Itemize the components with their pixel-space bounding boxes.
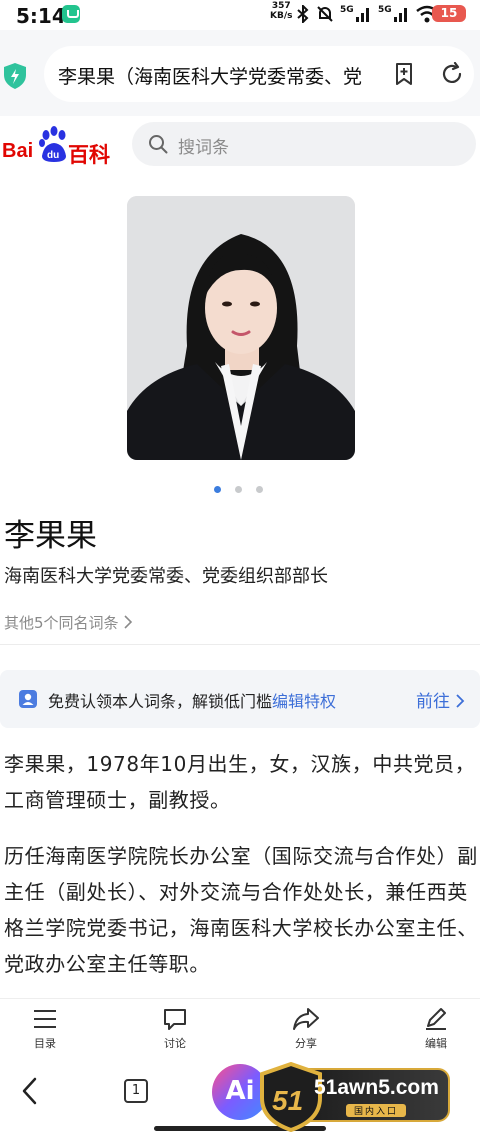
edit-privilege-link[interactable]: 编辑特权 xyxy=(272,692,336,711)
baidu-baike-logo[interactable]: Bai du 百科 xyxy=(2,124,112,167)
watermark-badge: 51 xyxy=(272,1085,303,1116)
status-icons: 5G 5G xyxy=(296,2,438,26)
shield-icon[interactable] xyxy=(2,62,28,90)
carousel-dot-active[interactable] xyxy=(214,486,221,493)
mute-bell-icon xyxy=(317,6,333,22)
network-speed: 357 KB/s xyxy=(270,1,292,21)
carousel-dot[interactable] xyxy=(256,486,263,493)
search-placeholder: 搜词条 xyxy=(178,138,229,158)
summary-paragraph: 李果果，1978年10月出生，女，汉族，中共党员，工商管理硕士，副教授。 xyxy=(4,752,476,812)
claim-description: 免费认领本人词条，解锁低门槛 xyxy=(48,692,273,711)
toolbar-discuss-button[interactable]: 讨论 xyxy=(140,1007,210,1051)
toolbar-catalog-button[interactable]: 目录 xyxy=(10,1007,80,1051)
network-speed-unit: KB/s xyxy=(270,11,293,21)
claim-go-button[interactable]: 前往 xyxy=(416,687,465,712)
carousel-indicator xyxy=(214,486,263,493)
watermark: 51 51awn5.com 国内入口 xyxy=(258,1058,450,1132)
divider xyxy=(0,644,480,645)
search-input[interactable]: 搜词条 xyxy=(132,122,476,166)
battery-indicator: 15 xyxy=(432,5,466,22)
user-card-icon xyxy=(19,690,37,708)
tabs-button[interactable]: 1 xyxy=(124,1079,148,1103)
signal-5g-icon: 5G xyxy=(340,5,369,22)
carousel-dot[interactable] xyxy=(235,486,242,493)
watermark-subtitle: 国内入口 xyxy=(346,1104,407,1117)
entry-title: 李果果 xyxy=(4,518,97,554)
menu-list-icon xyxy=(34,1010,56,1028)
career-paragraph: 历任海南医学院院长办公室（国际交流与合作处）副主任（副处长）、对外交流与合作处处… xyxy=(4,844,478,976)
status-time: 5:14 xyxy=(16,4,66,28)
browser-address-bar: 李果果（海南医科大学党委常委、党 xyxy=(0,30,480,116)
claim-go-label: 前往 xyxy=(416,692,450,712)
baike-header: Bai du 百科 搜词条 xyxy=(0,116,480,174)
refresh-icon[interactable] xyxy=(440,62,464,86)
claim-entry-text: 免费认领本人词条，解锁低门槛编辑特权 xyxy=(48,688,336,712)
network-speed-value: 357 xyxy=(271,1,291,11)
chevron-right-icon xyxy=(456,694,465,708)
logo-bai-text: Bai xyxy=(2,140,34,162)
watermark-domain: 51awn5.com xyxy=(314,1076,439,1099)
bluetooth-icon xyxy=(297,5,309,23)
claim-entry-banner[interactable]: 免费认领本人词条，解锁低门槛编辑特权 前往 xyxy=(0,670,480,728)
pencil-icon xyxy=(426,1008,446,1030)
toolbar-share-button[interactable]: 分享 xyxy=(271,1007,341,1051)
same-name-entries-label: 其他5个同名词条 xyxy=(4,614,119,632)
back-arrow-icon[interactable] xyxy=(18,1076,42,1106)
toolbar-share-label: 分享 xyxy=(295,1037,317,1050)
toolbar-edit-button[interactable]: 编辑 xyxy=(401,1007,471,1051)
network-2-label: 5G xyxy=(378,5,392,15)
toolbar-edit-label: 编辑 xyxy=(425,1037,447,1050)
url-field[interactable]: 李果果（海南医科大学党委常委、党 xyxy=(44,46,474,102)
baidu-paw-icon: du xyxy=(39,126,66,162)
status-bar: 5:14 357 KB/s 5G 5G 15 xyxy=(0,0,480,30)
bottom-toolbar: 目录 讨论 分享 编辑 xyxy=(0,998,480,1060)
portrait-illustration xyxy=(127,196,355,460)
logo-baike-text: 百科 xyxy=(68,143,110,167)
signal-5g-icon-2: 5G xyxy=(378,5,407,22)
search-icon xyxy=(149,135,168,154)
chevron-right-icon xyxy=(124,615,133,629)
network-1-label: 5G xyxy=(340,5,354,15)
portrait-photo[interactable] xyxy=(127,196,355,460)
same-name-entries-link[interactable]: 其他5个同名词条 xyxy=(4,612,133,633)
bookmark-add-icon[interactable] xyxy=(392,62,416,86)
share-arrow-icon xyxy=(293,1008,319,1030)
toolbar-discuss-label: 讨论 xyxy=(164,1037,186,1050)
logo-du-text: du xyxy=(47,150,59,161)
toolbar-catalog-label: 目录 xyxy=(34,1037,56,1050)
app-notification-icon xyxy=(62,5,80,23)
entry-subtitle: 海南医科大学党委常委、党委组织部部长 xyxy=(4,566,328,587)
url-text[interactable]: 李果果（海南医科大学党委常委、党 xyxy=(58,62,378,89)
chat-bubble-icon xyxy=(164,1009,186,1030)
